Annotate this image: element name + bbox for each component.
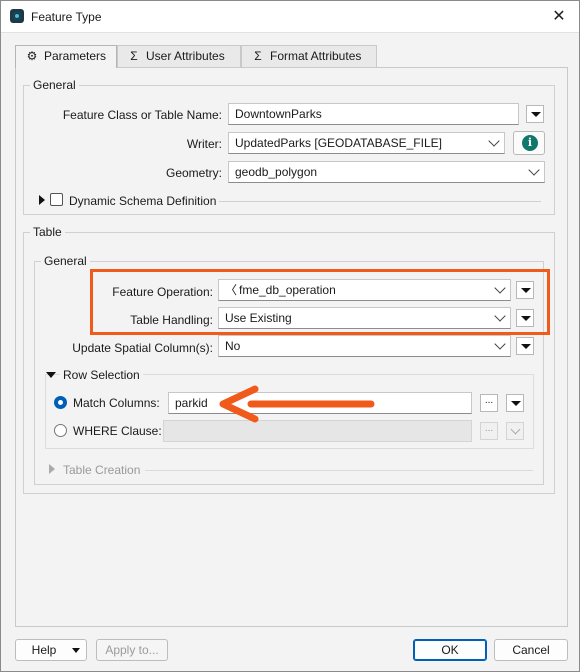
where-clause-menu-button[interactable]: [506, 422, 524, 440]
divider: [145, 470, 533, 471]
gear-icon: ⚙: [26, 49, 38, 63]
chevron-down-icon: [494, 338, 506, 350]
chevron-down-icon: [528, 164, 540, 176]
arrow-annotation: [219, 385, 375, 423]
where-clause-label: WHERE Clause:: [73, 424, 162, 438]
match-columns-radio[interactable]: [54, 396, 67, 409]
feature-class-input[interactable]: DowntownParks: [228, 103, 519, 125]
writer-select[interactable]: UpdatedParks [GEODATABASE_FILE]: [228, 132, 505, 154]
tab-label: Format Attributes: [270, 49, 362, 63]
divider: [219, 201, 541, 202]
info-icon: i: [522, 135, 538, 151]
collapse-row-selection-icon[interactable]: [46, 372, 56, 378]
match-columns-label: Match Columns:: [73, 396, 160, 410]
feature-type-dialog: Feature Type ✕ ⚙ Parameters Σ User Attribu…: [0, 0, 580, 672]
dynamic-schema-label: Dynamic Schema Definition: [69, 194, 217, 208]
help-button[interactable]: Help: [15, 639, 87, 661]
tab-label: Parameters: [44, 49, 107, 63]
sigma-icon: Σ: [254, 49, 262, 63]
writer-info-button[interactable]: i: [513, 131, 545, 155]
window-title: Feature Type: [31, 10, 102, 24]
title-bar: Feature Type ✕: [1, 1, 579, 33]
expand-table-creation-icon[interactable]: [49, 464, 55, 474]
update-spatial-menu-button[interactable]: [516, 337, 534, 355]
where-clause-radio[interactable]: [54, 424, 67, 437]
match-columns-menu-button[interactable]: [506, 394, 524, 412]
tab-format-attributes[interactable]: Σ Format Attributes: [241, 45, 377, 67]
dynamic-schema-checkbox[interactable]: [50, 193, 63, 206]
match-columns-browse-button[interactable]: ...: [480, 394, 498, 412]
tab-label: User Attributes: [146, 49, 225, 63]
update-spatial-select[interactable]: No: [218, 335, 511, 357]
writer-value: UpdatedParks [GEODATABASE_FILE]: [235, 136, 442, 150]
writer-label: Writer:: [186, 137, 222, 151]
ok-button[interactable]: OK: [413, 639, 487, 661]
row-selection-title: Row Selection: [60, 368, 143, 382]
group-title: General: [41, 254, 90, 268]
update-spatial-value: No: [225, 339, 241, 353]
expand-dynamic-schema-icon[interactable]: [39, 195, 45, 205]
table-creation-title: Table Creation: [63, 463, 141, 477]
help-label: Help: [31, 643, 57, 657]
chevron-down-icon: [488, 135, 500, 147]
cancel-button[interactable]: Cancel: [494, 639, 568, 661]
apply-to-button[interactable]: Apply to...: [96, 639, 168, 661]
close-button[interactable]: ✕: [549, 7, 569, 27]
dropdown-arrow-icon: [72, 648, 80, 653]
feature-class-label: Feature Class or Table Name:: [62, 108, 222, 122]
chevron-down-icon: [510, 424, 521, 435]
fme-app-icon: [10, 9, 24, 23]
geometry-label: Geometry:: [165, 166, 222, 180]
where-clause-browse-button[interactable]: ...: [480, 422, 498, 440]
group-title: Table: [30, 225, 65, 239]
update-spatial-label: Update Spatial Column(s):: [72, 341, 213, 355]
sigma-icon: Σ: [130, 49, 138, 63]
tab-user-attributes[interactable]: Σ User Attributes: [117, 45, 241, 67]
group-title: General: [30, 78, 79, 92]
feature-class-menu-button[interactable]: [526, 105, 544, 123]
tab-parameters[interactable]: ⚙ Parameters: [15, 45, 117, 68]
geometry-value: geodb_polygon: [235, 165, 318, 179]
geometry-select[interactable]: geodb_polygon: [228, 161, 545, 183]
highlight-box-annotation: [90, 269, 550, 335]
